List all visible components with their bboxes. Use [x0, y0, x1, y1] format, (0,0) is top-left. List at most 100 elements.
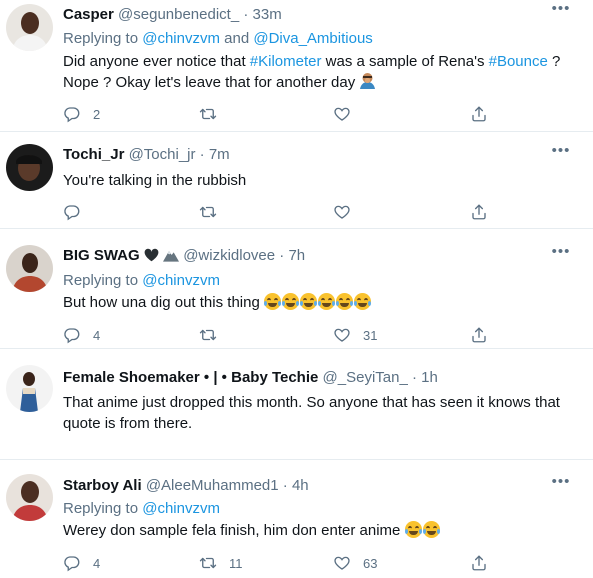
- mention-link[interactable]: @chinvzvm: [142, 30, 220, 47]
- more-icon[interactable]: •••: [551, 474, 571, 491]
- avatar[interactable]: [6, 474, 53, 521]
- like-button[interactable]: 31: [333, 325, 377, 345]
- share-button[interactable]: [470, 104, 488, 124]
- separator-dot: ·: [199, 146, 205, 163]
- retweet-button[interactable]: [199, 325, 229, 345]
- reply-button[interactable]: [63, 202, 93, 222]
- timestamp[interactable]: 1h: [421, 369, 438, 386]
- tweet-header: Tochi_Jr @Tochi_jr · 7m: [63, 146, 553, 164]
- tweet-casper[interactable]: Casper @segunbenedict_ · 33m ••• Replyin…: [0, 0, 593, 132]
- replying-prefix: Replying to: [63, 500, 143, 517]
- timestamp[interactable]: 33m: [253, 6, 282, 23]
- replying-to: Replying to @chinvzvm: [63, 271, 220, 291]
- replying-to: Replying to @chinvzvm and @Diva_Ambitiou…: [63, 29, 373, 49]
- like-button[interactable]: [333, 202, 363, 222]
- reply-icon: [63, 326, 81, 344]
- share-button[interactable]: [470, 325, 488, 345]
- tweet-header: BIG SWAG @wizkidlovee · 7h: [63, 247, 553, 267]
- reply-button[interactable]: 2: [63, 104, 100, 124]
- reply-icon: [63, 554, 81, 572]
- tweet-text: Werey don sample fela finish, him don en…: [63, 520, 573, 541]
- more-icon[interactable]: •••: [551, 1, 571, 18]
- timestamp[interactable]: 4h: [292, 477, 309, 494]
- black-heart-icon: [144, 248, 159, 267]
- reply-button[interactable]: 4: [63, 325, 100, 345]
- share-button[interactable]: [470, 202, 488, 222]
- replying-prefix: Replying to: [63, 272, 143, 289]
- share-icon: [470, 203, 488, 221]
- facepalm-emoji-icon: [359, 72, 376, 95]
- timestamp[interactable]: 7m: [209, 146, 230, 163]
- tweet-actions: 4 31: [63, 325, 493, 345]
- user-handle[interactable]: @wizkidlovee: [183, 247, 275, 264]
- replying-joiner: and: [219, 30, 254, 47]
- display-name[interactable]: Tochi_Jr: [63, 146, 124, 163]
- separator-dot: ·: [411, 369, 417, 386]
- hashtag-link[interactable]: #Kilometer: [250, 53, 322, 70]
- avatar[interactable]: [6, 144, 53, 191]
- like-button[interactable]: 63: [333, 553, 377, 573]
- text-segment: Nope ? Okay let's leave that for another…: [63, 74, 360, 91]
- avatar[interactable]: [6, 4, 53, 51]
- retweet-button[interactable]: [199, 104, 229, 124]
- retweet-icon: [199, 203, 217, 221]
- tweet-header: Casper @segunbenedict_ · 33m: [63, 6, 553, 24]
- laughing-emoji-icon: [353, 293, 371, 310]
- laughing-emoji-icon: [335, 293, 353, 310]
- like-icon: [333, 105, 351, 123]
- reply-count: 4: [93, 327, 101, 343]
- tweet-actions: 2: [63, 104, 493, 124]
- mention-link[interactable]: @chinvzvm: [142, 500, 220, 517]
- retweet-button[interactable]: [199, 202, 229, 222]
- tweet-actions: [63, 202, 493, 222]
- mention-link[interactable]: @Diva_Ambitious: [253, 30, 372, 47]
- display-name[interactable]: Female Shoemaker • | • Baby Techie: [63, 369, 318, 386]
- avatar[interactable]: [6, 365, 53, 412]
- separator-dot: ·: [282, 477, 288, 494]
- text-segment: Did anyone ever notice that: [63, 53, 250, 70]
- timestamp[interactable]: 7h: [288, 247, 305, 264]
- reply-button[interactable]: 4: [63, 553, 100, 573]
- user-handle[interactable]: @AleeMuhammed1: [146, 477, 279, 494]
- like-button[interactable]: [333, 104, 363, 124]
- tweet-female-shoemaker[interactable]: Female Shoemaker • | • Baby Techie @_Sey…: [0, 349, 593, 460]
- avatar[interactable]: [6, 245, 53, 292]
- display-name[interactable]: Casper: [63, 6, 114, 23]
- replying-to: Replying to @chinvzvm: [63, 499, 220, 519]
- share-button[interactable]: [470, 553, 488, 573]
- tweet-bigswag[interactable]: BIG SWAG @wizkidlovee · 7h ••• Replying …: [0, 229, 593, 349]
- more-icon[interactable]: •••: [551, 143, 571, 160]
- tweet-tochi[interactable]: Tochi_Jr @Tochi_jr · 7m ••• You're talki…: [0, 132, 593, 229]
- tweet-text: But how una dig out this thing: [63, 292, 573, 313]
- user-handle[interactable]: @_SeyiTan_: [323, 369, 408, 386]
- display-name[interactable]: Starboy Ali: [63, 477, 142, 494]
- laughing-emoji-icon: [299, 293, 317, 310]
- hashtag-link[interactable]: #Bounce: [489, 53, 548, 70]
- mountain-icon: [163, 248, 180, 267]
- mention-link[interactable]: @chinvzvm: [142, 272, 220, 289]
- share-icon: [470, 554, 488, 572]
- more-icon[interactable]: •••: [551, 244, 571, 261]
- like-count: 31: [363, 327, 378, 343]
- share-icon: [470, 326, 488, 344]
- tweet-actions: 4 11 63: [63, 553, 493, 573]
- reply-count: 4: [93, 555, 101, 571]
- laughing-emoji-icon: [422, 521, 440, 538]
- user-handle[interactable]: @segunbenedict_: [118, 6, 239, 23]
- tweet-starboy-ali[interactable]: Starboy Ali @AleeMuhammed1 · 4h ••• Repl…: [0, 460, 593, 578]
- like-icon: [333, 203, 351, 221]
- retweet-count: 11: [229, 555, 243, 571]
- user-handle[interactable]: @Tochi_jr: [129, 146, 196, 163]
- display-name[interactable]: BIG SWAG: [63, 247, 140, 264]
- reply-count: 2: [93, 106, 101, 122]
- text-segment: But how una dig out this thing: [63, 294, 264, 311]
- laughing-emoji-icon: [404, 521, 422, 538]
- replying-prefix: Replying to: [63, 30, 143, 47]
- tweet-text: Did anyone ever notice that #Kilometer w…: [63, 51, 573, 95]
- retweet-button[interactable]: 11: [199, 553, 243, 573]
- text-segment: was a sample of Rena's: [321, 53, 489, 70]
- separator-dot: ·: [243, 6, 249, 23]
- retweet-icon: [199, 326, 217, 344]
- laughing-emoji-icon: [317, 293, 335, 310]
- retweet-icon: [199, 554, 217, 572]
